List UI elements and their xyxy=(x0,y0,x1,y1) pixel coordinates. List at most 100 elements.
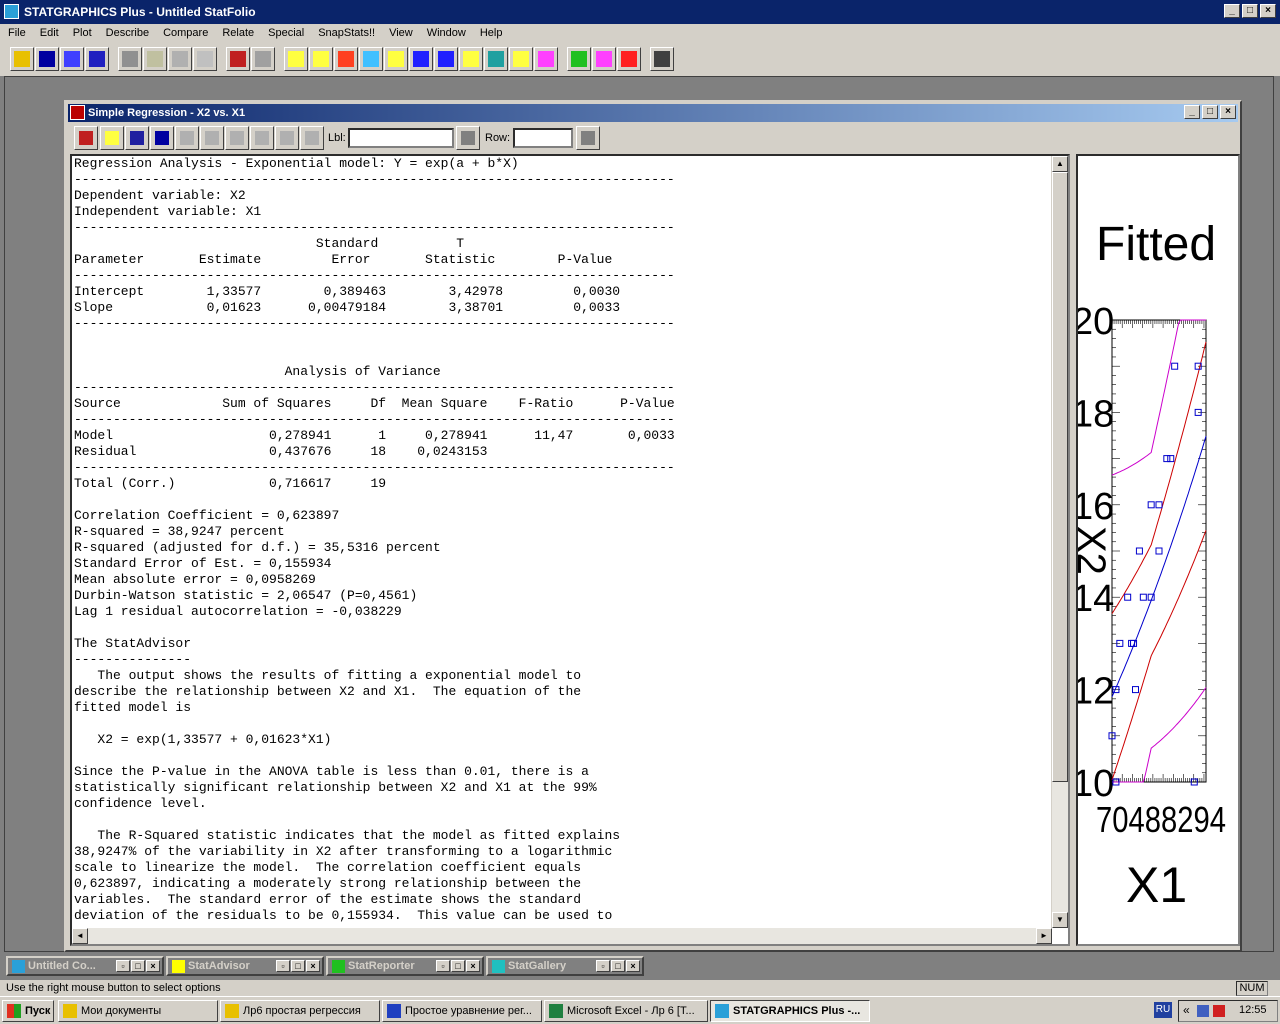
plot-button-5[interactable] xyxy=(384,47,408,71)
plot-button-4[interactable] xyxy=(359,47,383,71)
x-tick-labels: 70488294 xyxy=(1096,799,1226,840)
maximize-button[interactable]: □ xyxy=(131,960,145,972)
plot-button-8[interactable] xyxy=(459,47,483,71)
scroll-up-button[interactable]: ▲ xyxy=(1052,156,1068,172)
close-button[interactable]: × xyxy=(1260,4,1276,18)
minimize-button[interactable]: _ xyxy=(1224,4,1240,18)
identify-button[interactable] xyxy=(275,126,299,150)
save-button[interactable] xyxy=(35,47,59,71)
maximize-button[interactable]: □ xyxy=(611,960,625,972)
restore-button[interactable]: ▫ xyxy=(116,960,130,972)
help-button[interactable] xyxy=(617,47,641,71)
smooth-button[interactable] xyxy=(175,126,199,150)
numbers-button[interactable] xyxy=(85,47,109,71)
paste-button[interactable] xyxy=(168,47,192,71)
close-button[interactable]: × xyxy=(306,960,320,972)
menu-edit[interactable]: Edit xyxy=(32,27,65,39)
scroll-right-button[interactable]: ► xyxy=(1036,928,1052,944)
minimized-statadvisor[interactable]: StatAdvisor ▫ □ × xyxy=(166,956,324,976)
maximize-button[interactable]: □ xyxy=(291,960,305,972)
datasheet-button[interactable] xyxy=(60,47,84,71)
plot-button-6[interactable] xyxy=(409,47,433,71)
maximize-button[interactable]: □ xyxy=(451,960,465,972)
exclude-button[interactable] xyxy=(300,126,324,150)
paste-icon xyxy=(172,51,188,67)
taskbar-statgraphics[interactable]: STATGRAPHICS Plus -... xyxy=(710,1000,870,1022)
close-button[interactable]: × xyxy=(146,960,160,972)
close-button[interactable]: × xyxy=(466,960,480,972)
plot-button-10[interactable] xyxy=(509,47,533,71)
row-field[interactable] xyxy=(513,128,573,148)
menu-file[interactable]: File xyxy=(0,27,32,39)
menu-window[interactable]: Window xyxy=(419,27,472,39)
tabular-options-button[interactable] xyxy=(100,126,124,150)
save-results-button[interactable] xyxy=(150,126,174,150)
plot-button-11[interactable] xyxy=(534,47,558,71)
taskbar-my-documents[interactable]: Мои документы xyxy=(58,1000,218,1022)
preview-button[interactable] xyxy=(251,47,275,71)
minimized-statgallery[interactable]: StatGallery ▫ □ × xyxy=(486,956,644,976)
data-point xyxy=(1163,455,1171,463)
advisor-button[interactable] xyxy=(567,47,591,71)
graph-pane[interactable]: Fitted X2 201816141210 70488294 X1 xyxy=(1076,154,1240,946)
wizard-button[interactable] xyxy=(592,47,616,71)
clock: 12:55 xyxy=(1239,1004,1267,1016)
move-button[interactable] xyxy=(200,126,224,150)
graphical-options-button[interactable] xyxy=(125,126,149,150)
menu-help[interactable]: Help xyxy=(472,27,509,39)
minimized-statreporter[interactable]: StatReporter ▫ □ × xyxy=(326,956,484,976)
plot-button-2[interactable] xyxy=(309,47,333,71)
text-output-pane[interactable]: Regression Analysis - Exponential model:… xyxy=(70,154,1070,946)
tray-expand-icon[interactable]: « xyxy=(1183,1003,1190,1017)
restore-button[interactable]: ▫ xyxy=(436,960,450,972)
antivirus-icon[interactable] xyxy=(1213,1005,1225,1017)
menu-plot[interactable]: Plot xyxy=(65,27,98,39)
menu-describe[interactable]: Describe xyxy=(98,27,155,39)
upper-confidence-limit xyxy=(1111,341,1207,614)
network-icon[interactable] xyxy=(1197,1005,1209,1017)
vertical-scroll-thumb[interactable] xyxy=(1052,172,1068,782)
vertical-scrollbar[interactable]: ▲ ▼ xyxy=(1051,156,1068,928)
graph-ylabel: X2 xyxy=(1078,526,1113,575)
maximize-button[interactable]: □ xyxy=(1242,4,1258,18)
plot-button-1[interactable] xyxy=(284,47,308,71)
open-button[interactable] xyxy=(10,47,34,71)
menu-special[interactable]: Special xyxy=(260,27,310,39)
menu-view[interactable]: View xyxy=(381,27,419,39)
minimized-statfolio[interactable]: Untitled Co... ▫ □ × xyxy=(6,956,164,976)
menu-compare[interactable]: Compare xyxy=(155,27,214,39)
menu-snapstats[interactable]: SnapStats!! xyxy=(310,27,381,39)
scroll-down-button[interactable]: ▼ xyxy=(1052,912,1068,928)
taskbar-folder-lr6[interactable]: Лр6 простая регрессия xyxy=(220,1000,380,1022)
language-indicator[interactable]: RU xyxy=(1154,1002,1172,1018)
find-label-button[interactable] xyxy=(456,126,480,150)
brush-button[interactable] xyxy=(250,126,274,150)
child-minimize-button[interactable]: _ xyxy=(1184,105,1200,119)
scatter-plot-icon xyxy=(288,51,304,67)
copy-button[interactable] xyxy=(143,47,167,71)
taskbar-word-document[interactable]: Простое уравнение рег... xyxy=(382,1000,542,1022)
cut-button[interactable] xyxy=(118,47,142,71)
restore-button[interactable]: ▫ xyxy=(596,960,610,972)
print-button[interactable] xyxy=(226,47,250,71)
lbl-field[interactable] xyxy=(348,128,454,148)
horizontal-scrollbar[interactable]: ◄ ► xyxy=(72,928,1052,944)
close-button[interactable]: × xyxy=(626,960,640,972)
plot-button-7[interactable] xyxy=(434,47,458,71)
undo-button[interactable] xyxy=(193,47,217,71)
find-row-button[interactable] xyxy=(576,126,600,150)
plot-button-3[interactable] xyxy=(334,47,358,71)
plot-button-9[interactable] xyxy=(484,47,508,71)
taskbar-excel[interactable]: Microsoft Excel - Лр 6 [Т... xyxy=(544,1000,708,1022)
graphical-options-icon xyxy=(130,131,144,145)
child-maximize-button[interactable]: □ xyxy=(1202,105,1218,119)
restore-button[interactable]: ▫ xyxy=(276,960,290,972)
locate-button[interactable] xyxy=(225,126,249,150)
start-button[interactable]: Пуск xyxy=(2,1000,54,1022)
status-hint: Use the right mouse button to select opt… xyxy=(6,982,221,994)
scroll-left-button[interactable]: ◄ xyxy=(72,928,88,944)
calculator-button[interactable] xyxy=(650,47,674,71)
input-dialog-button[interactable] xyxy=(74,126,98,150)
menu-relate[interactable]: Relate xyxy=(214,27,260,39)
child-close-button[interactable]: × xyxy=(1220,105,1236,119)
